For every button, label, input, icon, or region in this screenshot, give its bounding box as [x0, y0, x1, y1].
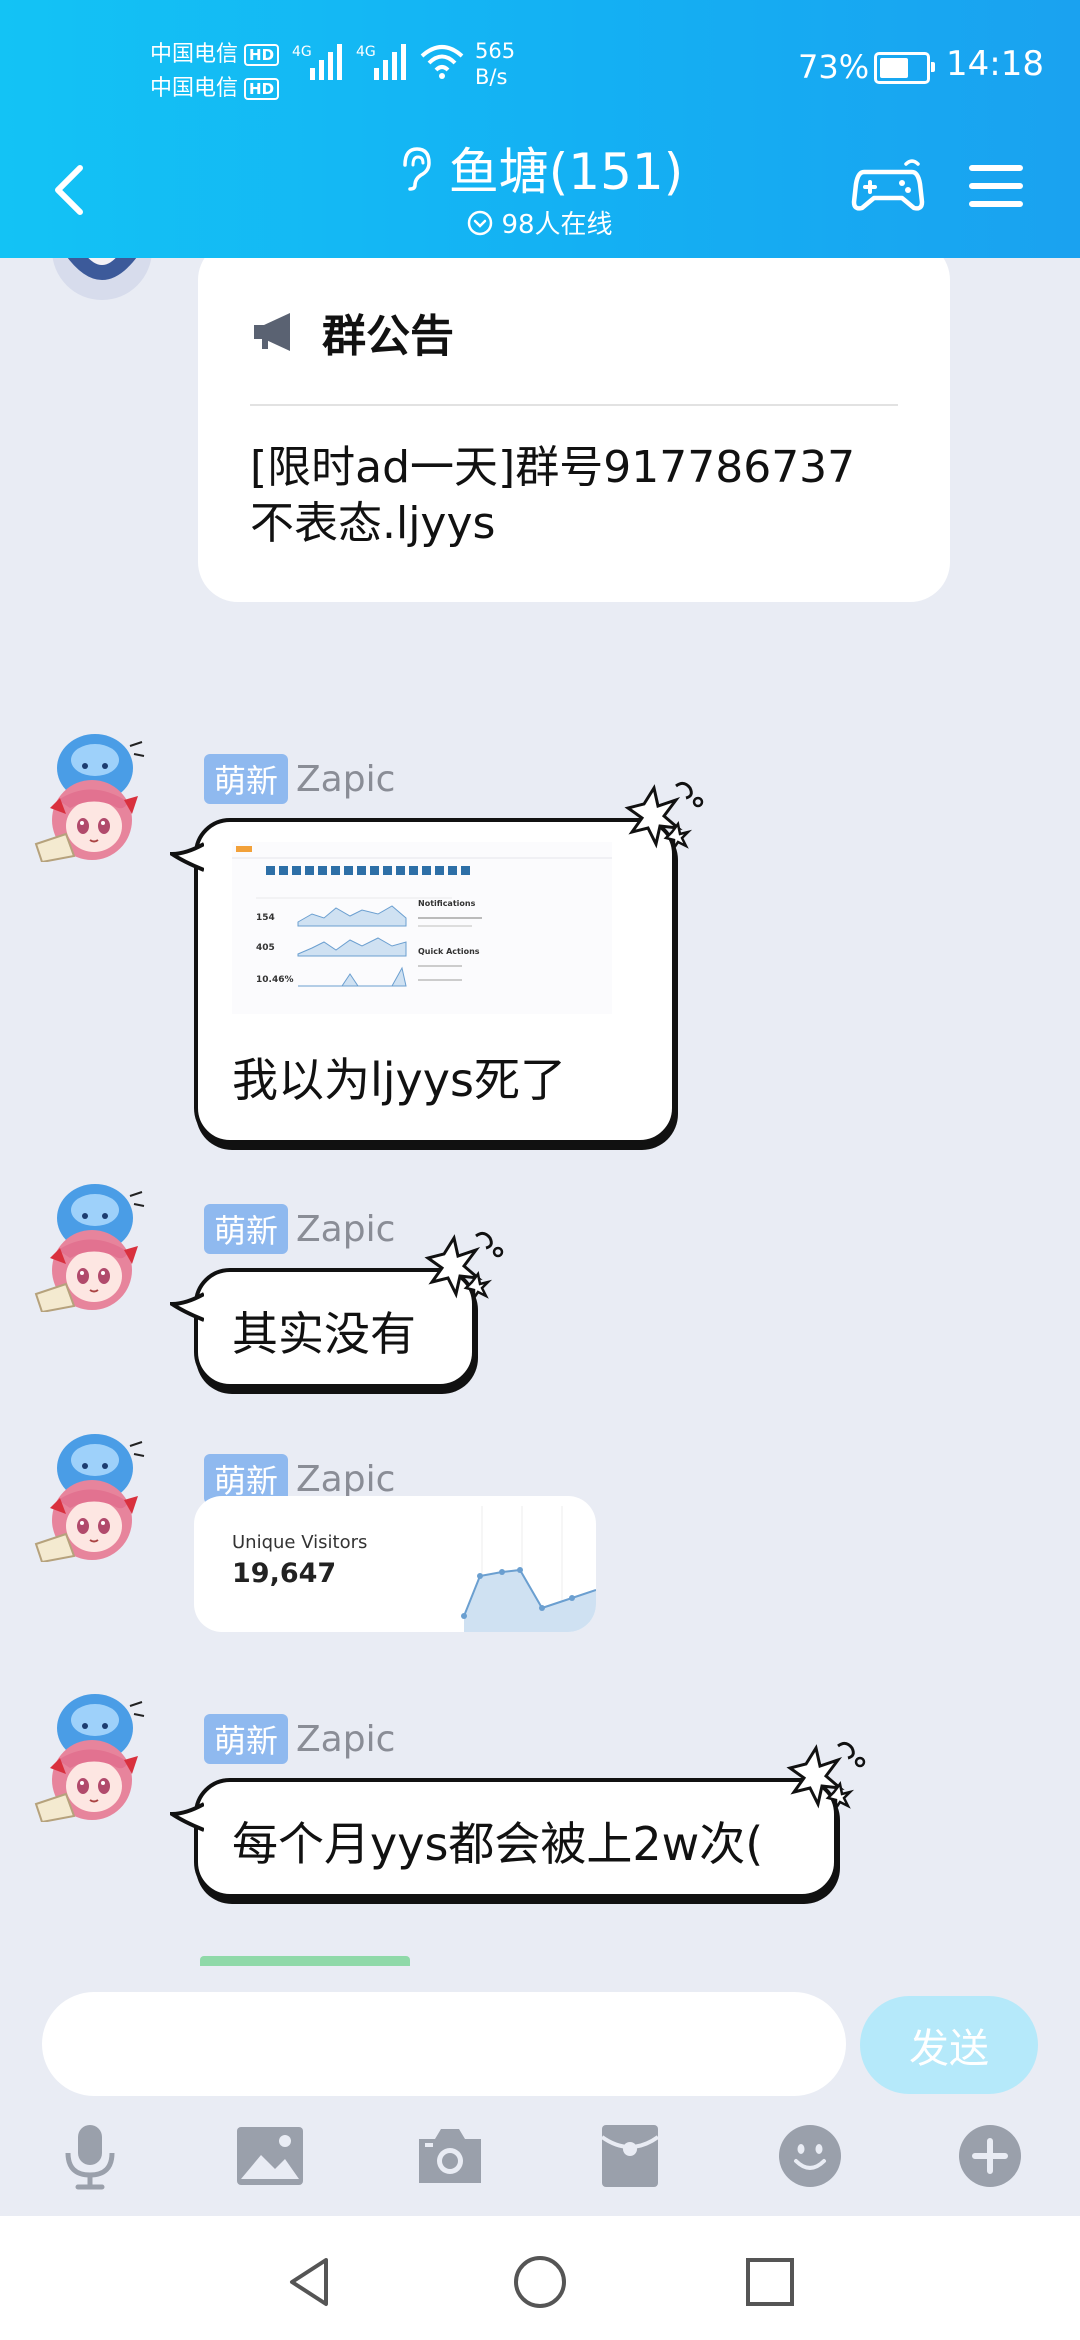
bubble-tail [170, 842, 204, 872]
announcement-line-1: [限时ad一天]群号917786737 [250, 442, 856, 493]
member-badge: 萌新 [204, 754, 289, 804]
thumb-stat-2: 405 [256, 943, 275, 953]
card-label: Unique Visitors [232, 1532, 368, 1553]
bubble-tail [170, 1292, 204, 1322]
avatar[interactable] [30, 722, 160, 862]
carrier-2: 中国电信 HD [150, 70, 280, 102]
message-bubble[interactable]: 154 405 10.46% Notifications Quick Actio… [170, 781, 704, 1144]
avatar[interactable] [30, 1172, 160, 1312]
card-value: 19,647 [232, 1558, 337, 1589]
member-badge: 萌新 [204, 1204, 289, 1254]
member-badge: 萌新 [204, 1714, 289, 1764]
thumb-stat-1: 154 [256, 913, 275, 923]
chat-nav-bar: 鱼塘(151) 98人在线 [0, 130, 1080, 258]
announcement-divider [250, 404, 898, 406]
message-bubble[interactable]: 其实没有 [170, 1231, 504, 1388]
send-button[interactable]: 发送 [860, 1996, 1038, 2094]
hd-badge: HD [244, 44, 280, 66]
bubble-star-icon [626, 781, 704, 850]
avatar[interactable] [30, 1682, 160, 1822]
more-button[interactable] [950, 2116, 1030, 2196]
carrier-1-label: 中国电信 [150, 42, 239, 67]
thumb-panel-2: Quick Actions [418, 947, 480, 956]
message-3: 萌新 Zapic Unique Visitors 19,647 [0, 1422, 1080, 1662]
bubble-tail [170, 1802, 204, 1832]
emoji-icon [779, 2125, 841, 2187]
message-text: 我以为ljyys死了 [232, 1053, 566, 1107]
message-text: 每个月yys都会被上2w次( [232, 1817, 764, 1871]
nav-back-icon[interactable] [280, 2252, 340, 2312]
battery-fill [880, 58, 908, 78]
clock: 14:18 [946, 44, 1044, 84]
red-packet-icon [600, 2125, 660, 2187]
sender-nickname[interactable]: Zapic [296, 1209, 395, 1250]
gamepad-icon[interactable] [850, 150, 926, 226]
avatar[interactable] [30, 1422, 160, 1562]
bubble-star-icon [788, 1741, 866, 1810]
net-speed-value: 565 [475, 39, 516, 63]
online-count: 98人在线 [501, 210, 613, 240]
emoji-button[interactable] [770, 2116, 850, 2196]
microphone-icon [65, 2125, 115, 2190]
camera-button[interactable] [410, 2116, 490, 2196]
sender-info: 萌新 Zapic [204, 754, 395, 804]
hd-badge-2: HD [244, 78, 280, 100]
message-4: 萌新 Zapic 每个月yys都会被上2w次( [0, 1682, 1080, 1912]
plus-icon [959, 2125, 1021, 2187]
chat-title: 鱼塘(151) [448, 143, 684, 201]
sender-info: 萌新 Zapic [204, 1714, 395, 1764]
bubble-star-icon [426, 1231, 504, 1300]
camera-icon [419, 2129, 481, 2183]
top-bar: 中国电信HD 中国电信HD 4G 4G 565 B/s 73% 14:18 [0, 0, 1080, 258]
image-button[interactable] [230, 2116, 310, 2196]
sender-info: 萌新 Zapic [204, 1204, 395, 1254]
voice-button[interactable] [50, 2116, 130, 2196]
thumb-panel-1: Notifications [418, 899, 476, 908]
sparkline-chart [461, 1506, 596, 1632]
announcement-body: [限时ad一天]群号917786737 不表态.ljyys [250, 440, 910, 552]
announcement-header: 群公告 [250, 300, 454, 364]
system-nav-bar [0, 2216, 1080, 2340]
message-text: 其实没有 [232, 1307, 416, 1361]
message-bubble[interactable]: 每个月yys都会被上2w次( [170, 1741, 866, 1898]
message-2: 萌新 Zapic 其实没有 [0, 1172, 1080, 1392]
menu-icon[interactable] [966, 156, 1026, 216]
nav-home-icon[interactable] [510, 2252, 570, 2312]
announcement-line-2: 不表态.ljyys [250, 498, 496, 549]
megaphone-icon [254, 313, 290, 351]
thumb-stat-3: 10.46% [256, 975, 294, 985]
network-type-1: 4G [292, 44, 312, 60]
group-announcement-card[interactable]: 群公告 [限时ad一天]群号917786737 不表态.ljyys [198, 240, 950, 602]
sender-nickname[interactable]: Zapic [296, 1719, 395, 1760]
status-bar: 中国电信 HD 中国电信 HD 4G 4G 565 B/s 73% 14:18 [0, 0, 1080, 130]
carrier-2-label: 中国电信 [150, 76, 239, 101]
nav-recents-icon[interactable] [740, 2252, 800, 2312]
net-speed: 565 B/s [475, 38, 515, 90]
announcement-title: 群公告 [322, 311, 454, 362]
red-packet-button[interactable] [590, 2116, 670, 2196]
battery-icon [874, 52, 935, 84]
sender-nickname[interactable]: Zapic [296, 1459, 395, 1500]
wifi-icon [420, 45, 464, 79]
input-area: 发送 [0, 1966, 1080, 2216]
input-toolbar [0, 2116, 1080, 2196]
carrier-1: 中国电信 HD [150, 36, 280, 68]
message-input[interactable] [42, 1992, 846, 2096]
ear-icon [403, 147, 431, 191]
dashboard-screenshot-thumbnail[interactable]: 154 405 10.46% Notifications Quick Actio… [232, 842, 612, 1014]
net-speed-unit: B/s [475, 65, 508, 89]
battery-percent: 73% [798, 48, 870, 86]
message-1: 萌新 Zapic 154 405 10.46% Notifications Qu… [0, 722, 1080, 1144]
sender-nickname[interactable]: Zapic [296, 759, 395, 800]
image-icon [237, 2127, 303, 2185]
next-message-peek [200, 1956, 410, 1966]
online-chevron-icon [468, 210, 493, 235]
network-type-2: 4G [356, 44, 376, 60]
image-message-card[interactable]: Unique Visitors 19,647 [194, 1496, 596, 1632]
